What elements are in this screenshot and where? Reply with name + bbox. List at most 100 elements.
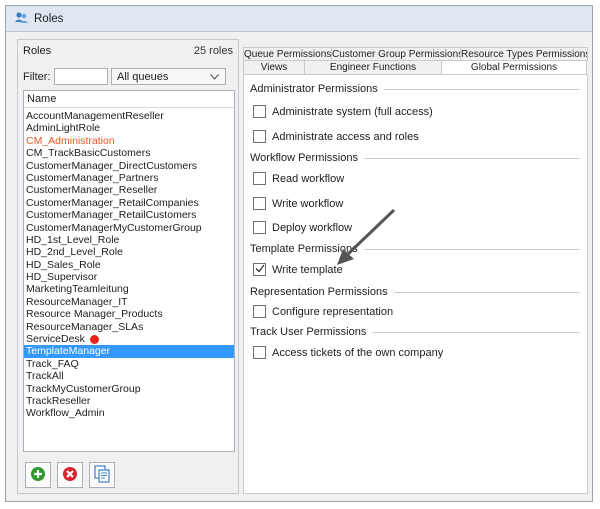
roles-actions [25, 462, 115, 488]
list-item[interactable]: CustomerManager_RetailCompanies [24, 197, 234, 209]
list-item[interactable]: CustomerManagerMyCustomerGroup [24, 222, 234, 234]
list-item[interactable]: TrackReseller [24, 395, 234, 407]
divider [364, 157, 580, 159]
filter-input[interactable] [54, 68, 108, 85]
plus-circle-icon [30, 466, 46, 485]
list-item[interactable]: CustomerManager_Partners [24, 172, 234, 184]
role-name: CustomerManagerMyCustomerGroup [26, 221, 202, 234]
list-item[interactable]: HD_1st_Level_Role [24, 234, 234, 246]
list-item[interactable]: TrackAll [24, 370, 234, 382]
section-track-user-permissions: Track User Permissions [250, 326, 580, 338]
list-item[interactable]: CustomerManager_RetailCustomers [24, 209, 234, 221]
checkbox[interactable] [253, 130, 266, 143]
role-name: Workflow_Admin [26, 407, 105, 420]
list-item[interactable]: HD_Sales_Role [24, 259, 234, 271]
list-item[interactable]: CustomerManager_Reseller [24, 184, 234, 196]
list-item[interactable]: CM_TrackBasicCustomers [24, 147, 234, 159]
permissions-panel: Queue Permissions Customer Group Permiss… [243, 39, 588, 494]
list-item[interactable]: TrackMyCustomerGroup [24, 383, 234, 395]
tab-resource-types-permissions[interactable]: Resource Types Permissions [460, 47, 588, 61]
list-item[interactable]: CM_Administration [24, 135, 234, 147]
list-item[interactable]: CustomerManager_DirectCustomers [24, 160, 234, 172]
permission-configure-representation[interactable]: Configure representation [253, 305, 393, 318]
tab-global-permissions[interactable]: Global Permissions [441, 60, 587, 75]
list-item[interactable]: ResourceManager_SLAs [24, 321, 234, 333]
role-name: TrackReseller [26, 394, 91, 407]
role-name: MarketingTeamleitung [26, 283, 129, 296]
permission-administrate-access[interactable]: Administrate access and roles [253, 130, 419, 143]
list-item[interactable]: Track_FAQ [24, 358, 234, 370]
roles-panel-title: Roles [23, 45, 52, 57]
role-name: CustomerManager_Partners [26, 171, 159, 184]
role-name: TemplateManager [26, 345, 111, 358]
section-template-permissions: Template Permissions [250, 243, 580, 255]
list-item[interactable]: Workflow_Admin [24, 407, 234, 419]
chevron-down-icon [210, 71, 219, 83]
list-item[interactable]: HD_Supervisor [24, 271, 234, 283]
checkbox-checked[interactable] [253, 263, 266, 276]
role-name: Track_FAQ [26, 357, 79, 370]
list-item[interactable]: HD_2nd_Level_Role [24, 246, 234, 258]
divider [372, 331, 580, 333]
list-item[interactable]: ServiceDesk [24, 333, 234, 345]
column-header-name[interactable]: Name [24, 91, 234, 108]
tab-row-back: Queue Permissions Customer Group Permiss… [243, 47, 588, 61]
role-name: TrackAll [26, 370, 64, 383]
list-item[interactable]: Resource Manager_Products [24, 308, 234, 320]
roles-list-items: AccountManagementReseller AdminLightRole C… [24, 108, 234, 420]
permission-write-workflow[interactable]: Write workflow [253, 197, 343, 210]
tab-engineer-functions[interactable]: Engineer Functions [304, 60, 442, 74]
queue-select[interactable]: All queues [111, 68, 226, 85]
divider [383, 88, 580, 90]
role-name: CM_TrackBasicCustomers [26, 147, 151, 160]
checkbox[interactable] [253, 305, 266, 318]
tab-customer-group-permissions[interactable]: Customer Group Permissions [331, 47, 461, 61]
x-circle-icon [62, 466, 78, 485]
section-workflow-permissions: Workflow Permissions [250, 152, 580, 164]
checkbox[interactable] [253, 346, 266, 359]
list-item[interactable]: AdminLightRole [24, 122, 234, 134]
filter-row: Filter: All queues [23, 68, 226, 85]
role-name: AdminLightRole [26, 122, 101, 135]
permission-write-template[interactable]: Write template [253, 263, 343, 276]
tab-queue-permissions[interactable]: Queue Permissions [243, 47, 332, 61]
checkbox[interactable] [253, 172, 266, 185]
tab-views[interactable]: Views [243, 60, 305, 74]
title-bar: Roles [6, 6, 592, 32]
section-representation-permissions: Representation Permissions [250, 286, 580, 298]
window-title: Roles [34, 12, 64, 25]
red-dot-icon [89, 334, 99, 344]
add-role-button[interactable] [25, 462, 51, 488]
checkbox[interactable] [253, 105, 266, 118]
role-name: ResourceManager_SLAs [26, 320, 144, 333]
permission-deploy-workflow[interactable]: Deploy workflow [253, 221, 352, 234]
role-name: TrackMyCustomerGroup [26, 382, 141, 395]
role-name: CustomerManager_RetailCustomers [26, 209, 197, 222]
roles-window: Roles Roles 25 roles Filter: All queues … [5, 5, 593, 502]
list-item[interactable]: MarketingTeamleitung [24, 283, 234, 295]
section-administrator-permissions: Administrator Permissions [250, 83, 580, 95]
checkbox[interactable] [253, 197, 266, 210]
permission-administrate-system[interactable]: Administrate system (full access) [253, 105, 433, 118]
roles-list[interactable]: Name AccountManagementReseller AdminLight… [23, 90, 235, 452]
list-item[interactable]: TemplateManager [24, 345, 234, 358]
list-item[interactable]: ResourceManager_IT [24, 296, 234, 308]
role-name: CustomerManager_RetailCompanies [26, 196, 199, 209]
list-item[interactable]: AccountManagementReseller [24, 110, 234, 122]
role-name: Resource Manager_Products [26, 308, 163, 321]
checkbox[interactable] [253, 221, 266, 234]
permission-read-workflow[interactable]: Read workflow [253, 172, 344, 185]
copy-role-button[interactable] [89, 462, 115, 488]
role-name: ServiceDesk [26, 333, 85, 346]
copy-icon [94, 464, 110, 486]
tab-row-front: Views Engineer Functions Global Permissi… [243, 60, 587, 75]
permission-access-tickets[interactable]: Access tickets of the own company [253, 346, 443, 359]
checkmark-icon [255, 264, 265, 276]
role-name: AccountManagementReseller [26, 110, 164, 122]
role-name: CustomerManager_Reseller [26, 184, 158, 197]
filter-label: Filter: [23, 70, 51, 83]
divider [393, 291, 580, 293]
delete-role-button[interactable] [57, 462, 83, 488]
roles-panel: Roles 25 roles Filter: All queues Name A… [17, 39, 239, 494]
divider [363, 248, 580, 250]
